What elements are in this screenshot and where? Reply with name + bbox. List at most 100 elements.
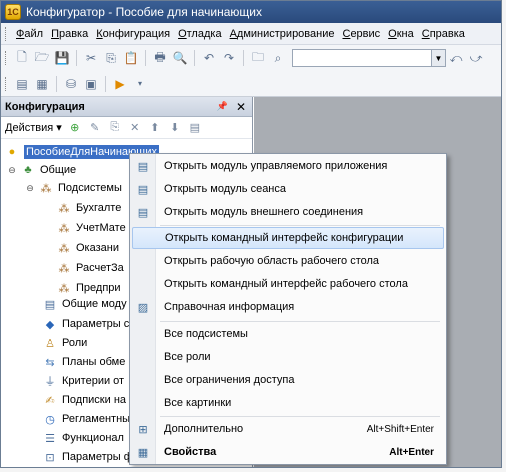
pin-icon[interactable]: 📌 [217,101,228,112]
find-icon[interactable]: ⌕ [270,50,286,66]
tree-item-label: Роли [62,337,88,349]
tree-item-functional-parameters[interactable]: ⊡ Параметры ф [43,448,133,466]
menu-administration[interactable]: Администрирование [226,28,339,40]
functional-parameters-icon: ⊡ [45,451,55,464]
search-prev-icon[interactable]: ⤺ [448,50,464,66]
redo-icon[interactable]: ↷ [221,50,237,66]
menu-open-command-interface[interactable]: Открыть командный интерфейс конфигурации [132,227,444,249]
menu-open-session-module[interactable]: ▤ Открыть модуль сеанса [132,178,444,200]
tree-item-subsystem[interactable]: ⁂ УчетМате [57,219,126,237]
app-1c-icon: 1С [5,4,21,20]
find-in-files-icon[interactable]: 🗀 [250,50,266,66]
menu-open-managed-app-module[interactable]: ▤ Открыть модуль управляемого приложения [132,155,444,177]
tree-item-functional-options[interactable]: ☰ Функционал [43,429,124,447]
close-icon[interactable]: ✕ [236,100,246,114]
tree-item-label: Бухгалте [76,202,122,214]
toolbar-separator [243,50,244,66]
menu-all-roles[interactable]: Все роли [132,346,444,368]
tree-item-event-subscriptions[interactable]: ✍ Подписки на [43,391,126,409]
tree-item-scheduled-jobs[interactable]: ◷ Регламентны [43,410,130,428]
menu-file[interactable]: Файл [12,28,47,40]
toolbar-separator [194,50,195,66]
menu-all-pictures[interactable]: Все картинки [132,392,444,414]
window-title: Конфигуратор - Пособие для начинающих [26,5,262,19]
paste-icon[interactable]: 📋 [123,50,139,66]
menu-all-access-restrictions[interactable]: Все ограничения доступа [132,369,444,391]
tree-item-label: Общие [40,164,77,176]
open-folder-icon[interactable]: 🗁 [34,50,50,66]
menu-edit[interactable]: Правка [47,28,92,40]
tree-item-label: Оказани [76,242,119,254]
tree-item-roles[interactable]: ♙ Роли [43,334,87,352]
copy-icon[interactable]: ⎘ [103,50,119,66]
actions-menu-button[interactable]: Действия ▾ [5,121,62,134]
database-icon[interactable]: ⛁ [63,76,79,92]
configuration-tree-icon[interactable]: ▤ [14,76,30,92]
print-icon[interactable]: 🖶 [152,50,168,66]
tree-item-label: УчетМате [76,222,126,234]
run-debug-icon[interactable]: ▶ [112,76,128,92]
cut-icon[interactable]: ✂ [83,50,99,66]
add-icon[interactable]: ⊕ [68,121,82,135]
tree-item-session-parameters[interactable]: ◆ Параметры с [43,315,129,333]
menu-all-subsystems[interactable]: Все подсистемы [132,323,444,345]
tree-item-common-modules[interactable]: ▤ Общие моду [43,295,127,313]
collapse-icon[interactable]: ⊖ [25,183,35,193]
module-icon[interactable]: ▣ [83,76,99,92]
menu-configuration[interactable]: Конфигурация [92,28,174,40]
menu-help-information[interactable]: ▨ Справочная информация [132,296,444,318]
menu-open-external-connection-module[interactable]: ▤ Открыть модуль внешнего соединения [132,201,444,223]
standard-toolbar: 🗋 🗁 💾 ✂ ⎘ 📋 🖶 🔍 ↶ ↷ 🗀 ⌕ ▼ ⤺ ⤻ [1,45,501,71]
tree-item-exchange-plans[interactable]: ⇆ Планы обме [43,353,125,371]
module-icon: ▤ [137,160,149,173]
shortcut-label: Alt+Shift+Enter [366,423,434,435]
toolbar-separator [56,75,57,92]
menu-open-desktop-workspace[interactable]: Открыть рабочую область рабочего стола [132,250,444,272]
menu-bar: Файл Правка Конфигурация Отладка Админис… [1,23,501,45]
menu-service[interactable]: Сервис [338,28,384,40]
tree-item-common[interactable]: ⊖ ♣ Общие [7,161,76,179]
configurator-window: 1С Конфигуратор - Пособие для начинающих… [0,0,502,468]
search-next-icon[interactable]: ⤻ [468,50,484,66]
print-preview-icon[interactable]: 🔍 [172,50,188,66]
tree-item-subsystem[interactable]: ⁂ Оказани [57,239,120,257]
move-up-icon[interactable]: ⬆ [148,121,162,135]
menu-help[interactable]: Справка [418,28,469,40]
sort-icon[interactable]: ▤ [188,121,202,135]
functional-options-icon: ☰ [45,432,55,445]
delete-icon[interactable]: ✕ [128,121,142,135]
subsystems-icon: ⁂ [40,182,52,195]
module-icon: ▤ [137,183,149,196]
menu-open-desktop-command-interface[interactable]: Открыть командный интерфейс рабочего сто… [132,273,444,295]
save-icon[interactable]: 💾 [54,50,70,66]
undo-icon[interactable]: ↶ [201,50,217,66]
tree-item-subsystems[interactable]: ⊖ ⁂ Подсистемы [25,179,122,197]
tree-item-subsystem[interactable]: ⁂ РасчетЗа [57,259,124,277]
menubar-grip[interactable] [5,26,8,41]
common-modules-icon: ▤ [44,298,56,311]
toolbar-separator [76,50,77,66]
menu-properties[interactable]: ▦ Свойства Alt+Enter [132,441,444,463]
run-dropdown-icon[interactable]: ▾ [132,76,148,92]
search-input[interactable] [292,49,432,67]
toolbar-grip[interactable] [5,76,8,91]
toolbar-grip[interactable] [5,51,8,65]
panel-header: Конфигурация 📌 ✕ [1,97,252,117]
copy-icon[interactable]: ⎘ [108,121,122,135]
tree-item-filter-criteria[interactable]: ⏚ Критерии от [43,372,125,390]
search-dropdown-icon[interactable]: ▼ [432,49,446,67]
menu-more[interactable]: ⊞ Дополнительно Alt+Shift+Enter [132,418,444,440]
menu-windows[interactable]: Окна [384,28,418,40]
subsystem-icon: ⁂ [58,242,70,255]
configuration-settings-icon[interactable]: ▦ [34,76,50,92]
tree-item-label: Параметры ф [62,451,133,463]
collapse-icon[interactable]: ⊖ [7,165,17,175]
edit-icon[interactable]: ✎ [88,121,102,135]
move-down-icon[interactable]: ⬇ [168,121,182,135]
menu-debug[interactable]: Отладка [174,28,226,40]
tree-item-subsystem[interactable]: ⁂ Бухгалте [57,199,122,217]
help-info-icon: ▨ [137,301,149,314]
tree-item-label: Функционал [62,432,124,444]
new-document-icon[interactable]: 🗋 [14,50,30,66]
tree-item-label: Предпри [76,282,121,294]
